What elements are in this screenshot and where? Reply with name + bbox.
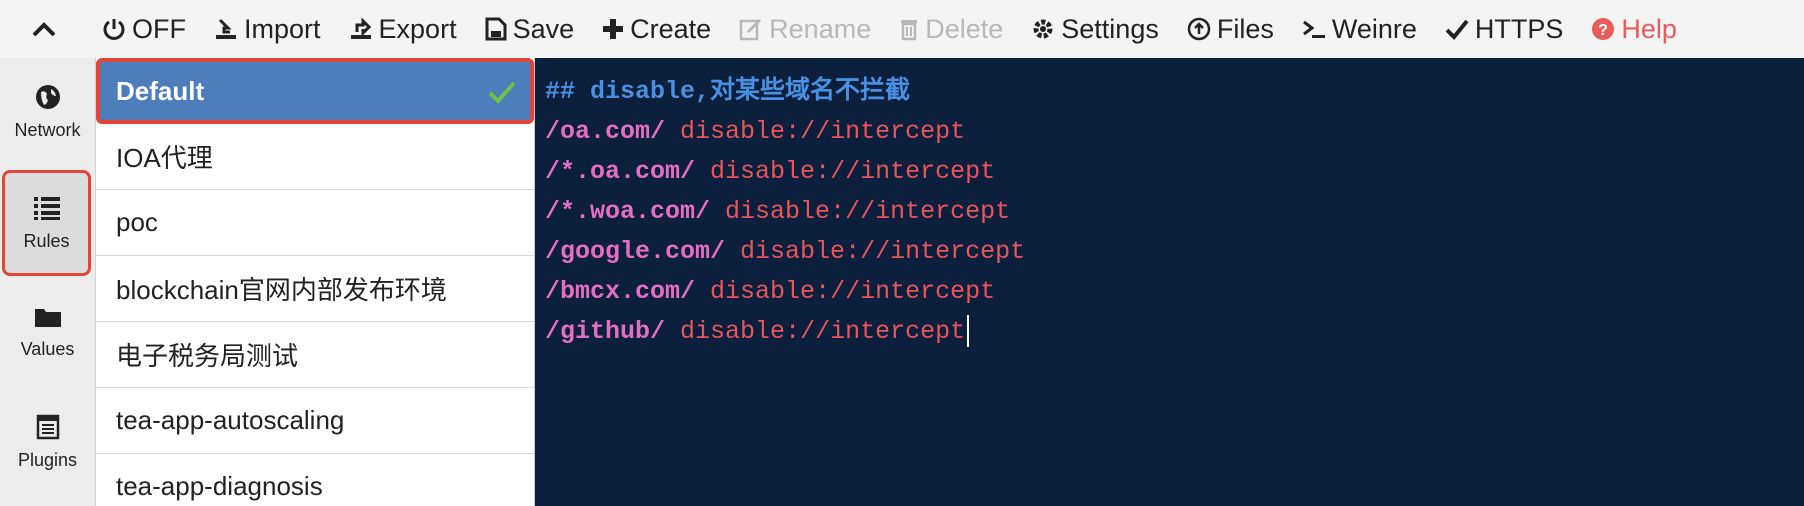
save-button[interactable]: Save [471, 0, 589, 58]
https-button[interactable]: HTTPS [1431, 0, 1578, 58]
rule-item-blockchain[interactable]: blockchain官网内部发布环境 [96, 256, 534, 322]
create-button[interactable]: Create [588, 0, 725, 58]
https-label: HTTPS [1474, 13, 1564, 44]
rule-pattern: /*.woa.com/ [545, 197, 711, 226]
import-icon [216, 18, 236, 39]
rename-label: Rename [769, 13, 872, 44]
trash-icon [901, 20, 918, 41]
off-label: OFF [132, 13, 186, 44]
rule-item-default[interactable]: Default [96, 58, 534, 124]
power-icon [103, 19, 125, 40]
plugin-icon [36, 414, 59, 439]
code-line: /*.woa.com/ disable://intercept [535, 192, 1804, 232]
chevron-up-icon [32, 22, 56, 37]
nav-item-plugins[interactable]: Plugins [0, 388, 95, 496]
question-icon: ? [1592, 18, 1615, 40]
gear-icon [1033, 19, 1053, 39]
delete-button[interactable]: Delete [885, 0, 1017, 58]
import-label: Import [244, 13, 321, 44]
rule-operation: disable://intercept [725, 197, 1011, 226]
code-line: /*.oa.com/ disable://intercept [535, 152, 1804, 192]
create-label: Create [630, 13, 712, 44]
check-icon [1445, 19, 1469, 40]
export-button[interactable]: Export [335, 0, 471, 58]
rule-pattern: /oa.com/ [545, 117, 666, 146]
rule-pattern: /google.com/ [545, 237, 726, 266]
rule-pattern: /*.oa.com/ [545, 157, 696, 186]
delete-label: Delete [925, 13, 1004, 44]
terminal-icon [1302, 20, 1325, 38]
nav-label-plugins: Plugins [17, 449, 78, 470]
toolbar-buttons: OFF Import Export Save Create Rename Del… [88, 0, 1691, 58]
rule-item-tea-app-autoscaling[interactable]: tea-app-autoscaling [96, 388, 534, 454]
rule-operation: disable://intercept [680, 317, 966, 346]
code-line: /oa.com/ disable://intercept [535, 112, 1804, 152]
rule-operation: disable://intercept [740, 237, 1026, 266]
nav-item-network[interactable]: Network [0, 58, 95, 166]
nav-label-network: Network [14, 119, 81, 140]
code-line-comment: ## disable,对某些域名不拦截 [535, 72, 1804, 112]
export-label: Export [378, 13, 457, 44]
rules-editor[interactable]: ## disable,对某些域名不拦截 /oa.com/ disable://i… [535, 58, 1804, 506]
edit-icon [739, 18, 762, 41]
rule-item-poc[interactable]: poc [96, 190, 534, 256]
rule-list: Default IOA代理 poc blockchain官网内部发布环境 电子税… [96, 58, 535, 506]
rule-pattern: /github/ [545, 317, 666, 346]
code-line: /bmcx.com/ disable://intercept [535, 272, 1804, 312]
nav-item-rules[interactable]: Rules [2, 170, 91, 276]
rule-item-tax-test[interactable]: 电子税务局测试 [96, 322, 534, 388]
save-label: Save [512, 13, 575, 44]
folder-icon [34, 308, 61, 327]
plus-icon [603, 19, 624, 39]
nav-label-rules: Rules [23, 230, 70, 251]
rule-operation: disable://intercept [680, 117, 966, 146]
files-button[interactable]: Files [1173, 0, 1288, 58]
rule-label: IOA代理 [116, 143, 213, 173]
rule-label: poc [116, 207, 158, 237]
code-line: /github/ disable://intercept [535, 312, 1804, 352]
files-label: Files [1216, 13, 1274, 44]
save-icon [485, 17, 507, 41]
weinre-label: Weinre [1331, 13, 1417, 44]
code-line: /google.com/ disable://intercept [535, 232, 1804, 272]
svg-text:?: ? [1599, 22, 1609, 39]
help-button[interactable]: ? Help [1577, 0, 1691, 58]
globe-icon [35, 84, 60, 109]
rule-label: blockchain官网内部发布环境 [116, 275, 447, 305]
rule-operation: disable://intercept [710, 157, 996, 186]
upload-circle-icon [1187, 17, 1211, 41]
toolbar: OFF Import Export Save Create Rename Del… [0, 0, 1804, 59]
nav-label-values: Values [20, 338, 75, 359]
rule-label: tea-app-autoscaling [116, 405, 345, 435]
settings-label: Settings [1061, 13, 1159, 44]
export-icon [350, 17, 371, 39]
rule-label: tea-app-diagnosis [116, 471, 323, 501]
rule-label: Default [116, 75, 205, 106]
rule-item-ioa[interactable]: IOA代理 [96, 124, 534, 190]
rename-button[interactable]: Rename [725, 0, 885, 58]
import-button[interactable]: Import [200, 0, 335, 58]
collapse-toggle[interactable] [0, 0, 88, 58]
off-button[interactable]: OFF [88, 0, 200, 58]
rule-item-tea-app-diagnosis[interactable]: tea-app-diagnosis [96, 454, 534, 506]
check-icon [488, 81, 516, 104]
nav-item-values[interactable]: Values [0, 278, 95, 386]
rule-pattern: /bmcx.com/ [545, 277, 696, 306]
rule-operation: disable://intercept [710, 277, 996, 306]
weinre-button[interactable]: Weinre [1288, 0, 1431, 58]
help-label: Help [1621, 13, 1677, 44]
text-caret [967, 315, 970, 348]
settings-button[interactable]: Settings [1017, 0, 1173, 58]
left-nav: Network Rules Values Plugins [0, 58, 96, 506]
comment-text: ## disable,对某些域名不拦截 [545, 77, 911, 106]
list-icon [33, 196, 60, 220]
rule-label: 电子税务局测试 [116, 341, 299, 371]
